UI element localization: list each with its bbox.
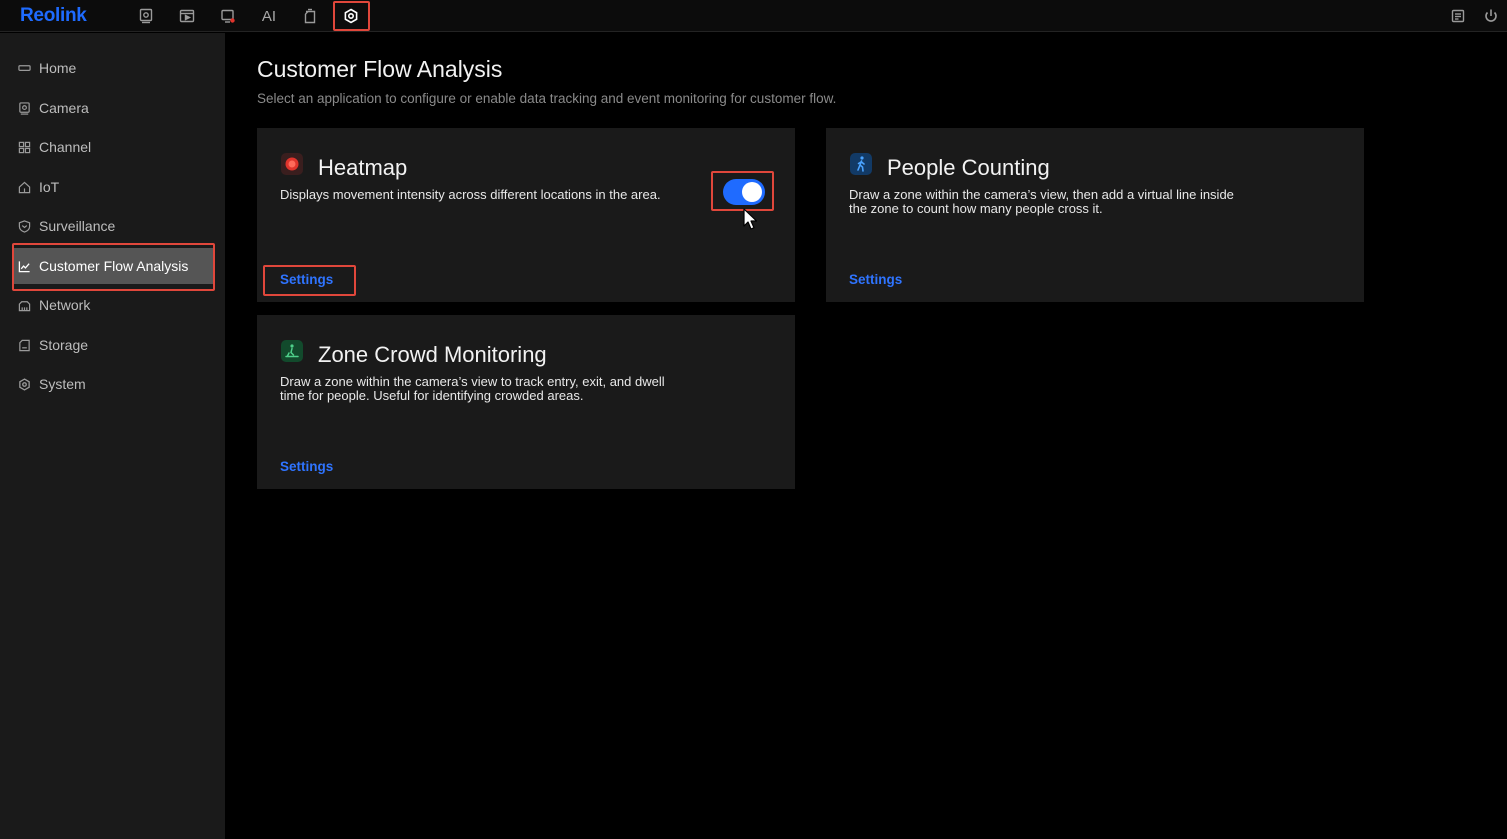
sidebar-item-camera[interactable]: Camera — [12, 90, 214, 126]
top-bar: Reolink AI — [0, 0, 1507, 32]
shield-icon — [18, 219, 31, 233]
toggle-knob — [742, 182, 762, 202]
sidebar-item-customer-flow-analysis[interactable]: Customer Flow Analysis — [12, 248, 214, 284]
page-title: Customer Flow Analysis — [257, 56, 503, 82]
sidebar-item-system[interactable]: System — [12, 366, 214, 402]
storage-icon — [19, 339, 30, 351]
grid-icon — [18, 141, 31, 153]
notes-icon — [1451, 9, 1465, 23]
power-icon — [1485, 9, 1497, 22]
iot-icon — [18, 181, 31, 193]
sidebar: Home Camera Channel IoT Surveillance Cus… — [0, 33, 225, 839]
zone-crowd-description-line2: time for people. Useful for identifying … — [280, 388, 584, 403]
alarm-icon — [221, 9, 235, 23]
ai-label: AI — [261, 7, 277, 25]
files-button[interactable] — [295, 3, 325, 29]
sidebar-item-home[interactable]: Home — [12, 50, 214, 86]
clipboard-icon — [304, 8, 316, 24]
sidebar-item-label: Storage — [39, 337, 89, 353]
system-icon — [19, 377, 30, 391]
sidebar-item-label: Channel — [39, 139, 92, 155]
sidebar-item-label: Surveillance — [39, 218, 116, 234]
playback-button[interactable] — [172, 3, 202, 29]
people-counting-card: People Counting Draw a zone within the c… — [826, 128, 1364, 302]
heatmap-card: Heatmap Displays movement intensity acro… — [257, 128, 795, 302]
monitor-icon — [139, 8, 153, 24]
playback-icon — [179, 9, 195, 23]
zone-crowd-card: Zone Crowd Monitoring Draw a zone within… — [257, 315, 795, 489]
zone-crowd-settings-link[interactable]: Settings — [280, 459, 333, 474]
heatmap-title: Heatmap — [318, 155, 408, 180]
heatmap-description: Displays movement intensity across diffe… — [280, 187, 661, 202]
main-content: Customer Flow Analysis Select an applica… — [225, 33, 1507, 839]
heatmap-toggle[interactable] — [723, 179, 765, 205]
power-button[interactable] — [1476, 3, 1506, 29]
reolink-logo[interactable]: Reolink — [20, 5, 87, 27]
people-counting-title: People Counting — [887, 155, 1050, 180]
zone-crowd-title: Zone Crowd Monitoring — [318, 342, 547, 367]
network-icon — [18, 300, 31, 311]
notes-button[interactable] — [1443, 3, 1473, 29]
live-view-button[interactable] — [131, 3, 161, 29]
home-icon — [18, 64, 31, 71]
sidebar-item-label: Customer Flow Analysis — [39, 258, 189, 274]
sidebar-item-label: IoT — [39, 179, 60, 195]
sidebar-item-surveillance[interactable]: Surveillance — [12, 208, 214, 244]
heatmap-settings-link[interactable]: Settings — [280, 272, 333, 287]
heatmap-icon — [281, 153, 303, 175]
person-walking-icon — [850, 153, 872, 175]
alarm-button[interactable] — [213, 3, 243, 29]
zone-crowd-icon — [281, 340, 303, 362]
chart-icon — [18, 260, 30, 272]
people-counting-description-line2: the zone to count how many people cross … — [849, 201, 1103, 216]
sidebar-item-storage[interactable]: Storage — [12, 327, 214, 363]
sidebar-item-label: Network — [39, 297, 91, 313]
sidebar-item-iot[interactable]: IoT — [12, 169, 214, 205]
sidebar-item-label: Camera — [39, 100, 89, 116]
sidebar-item-label: Home — [39, 60, 77, 76]
gear-icon — [344, 8, 358, 24]
page-subtitle: Select an application to configure or en… — [257, 91, 837, 106]
sidebar-item-label: System — [39, 376, 86, 392]
sidebar-item-network[interactable]: Network — [12, 287, 214, 323]
people-counting-settings-link[interactable]: Settings — [849, 272, 902, 287]
ai-button[interactable]: AI — [254, 3, 284, 29]
mouse-cursor-icon — [743, 208, 758, 230]
sidebar-item-channel[interactable]: Channel — [12, 129, 214, 165]
settings-button[interactable] — [336, 3, 366, 31]
camera-icon — [19, 101, 30, 115]
